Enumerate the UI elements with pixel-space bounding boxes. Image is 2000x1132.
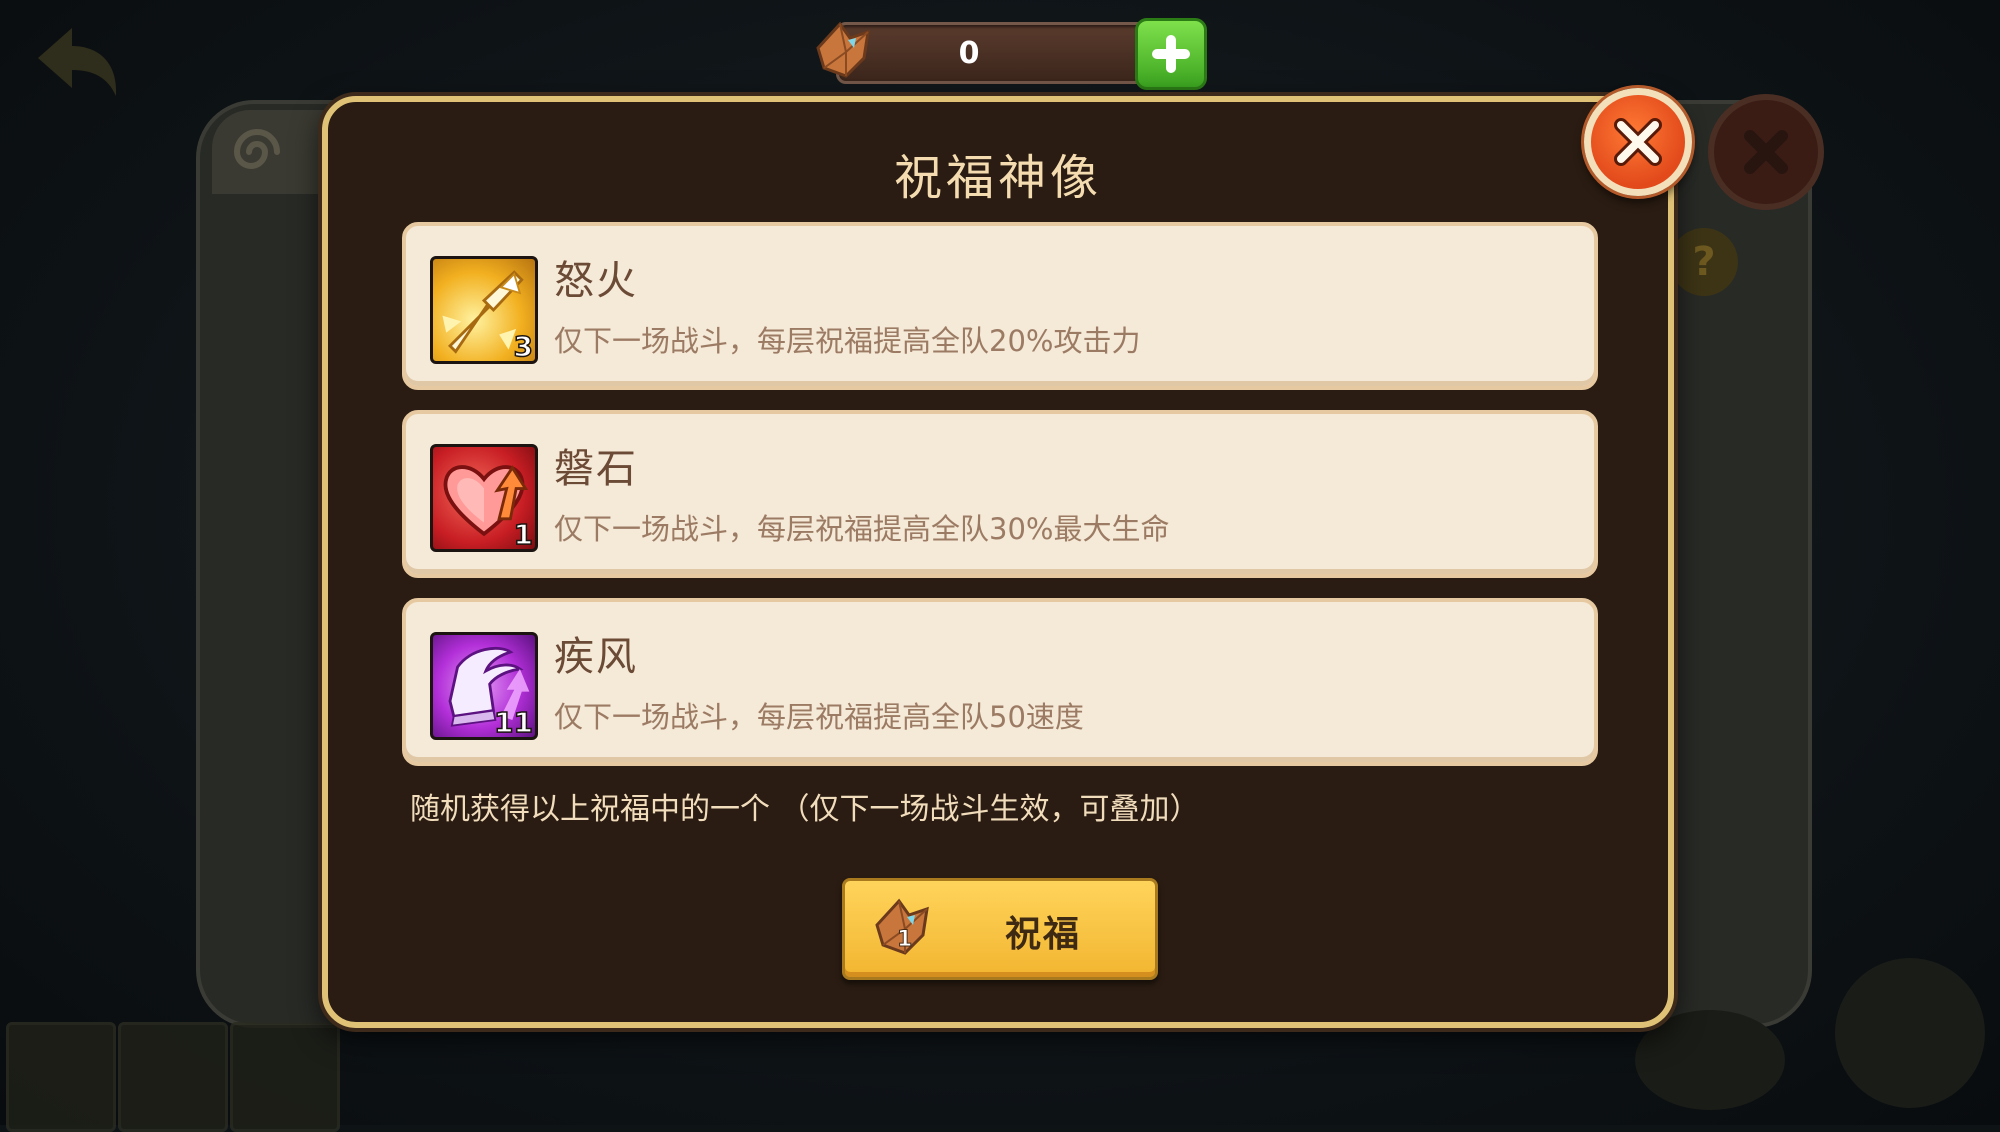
swirl-icon bbox=[233, 129, 280, 169]
help-icon: ? bbox=[1670, 228, 1738, 296]
blessing-name: 怒火 bbox=[554, 258, 638, 304]
blessing-card-gale: 11 疾风 仅下一场战斗，每层祝福提高全队50速度 bbox=[402, 598, 1598, 766]
background-close-button bbox=[1708, 94, 1824, 210]
winged-boot-icon: 11 bbox=[430, 632, 538, 740]
heart-up-icon: 1 bbox=[430, 444, 538, 552]
bless-cost: 1 bbox=[896, 927, 913, 953]
background-slot bbox=[230, 1022, 340, 1132]
background-figure bbox=[1635, 1010, 1785, 1110]
background-slot bbox=[118, 1022, 228, 1132]
bless-button[interactable]: 1 祝福 bbox=[842, 878, 1158, 980]
stack-count: 3 bbox=[513, 329, 534, 363]
add-currency-button[interactable] bbox=[1135, 18, 1207, 90]
close-button[interactable] bbox=[1584, 88, 1692, 196]
plus-icon bbox=[1152, 35, 1190, 73]
blessing-name: 疾风 bbox=[554, 634, 638, 680]
stack-count: 11 bbox=[493, 705, 533, 739]
chest-icon bbox=[1835, 958, 1985, 1108]
blessing-description: 仅下一场战斗，每层祝福提高全队50速度 bbox=[554, 700, 1084, 734]
blessing-name: 磐石 bbox=[554, 446, 638, 492]
close-icon bbox=[1744, 130, 1788, 174]
dialog-title: 祝福神像 bbox=[893, 150, 1102, 206]
close-icon bbox=[1614, 118, 1662, 166]
blessing-description: 仅下一场战斗，每层祝福提高全队20%攻击力 bbox=[554, 324, 1141, 358]
blessing-card-fury: 3 怒火 仅下一场战斗，每层祝福提高全队20%攻击力 bbox=[402, 222, 1598, 390]
sword-burst-icon: 3 bbox=[430, 256, 538, 364]
blessing-note: 随机获得以上祝福中的一个 （仅下一场战斗生效，可叠加） bbox=[410, 792, 1200, 827]
stack-count: 1 bbox=[513, 517, 534, 551]
back-arrow-icon bbox=[38, 28, 117, 96]
coupon-crystal-icon bbox=[816, 21, 870, 78]
bless-button-label: 祝福 bbox=[1005, 914, 1082, 955]
background-slot bbox=[6, 1022, 116, 1132]
currency-bar: 0 bbox=[836, 22, 1172, 84]
blessing-card-rock: 1 磐石 仅下一场战斗，每层祝福提高全队30%最大生命 bbox=[402, 410, 1598, 578]
blessing-description: 仅下一场战斗，每层祝福提高全队30%最大生命 bbox=[554, 512, 1170, 546]
currency-amount: 0 bbox=[958, 35, 980, 71]
